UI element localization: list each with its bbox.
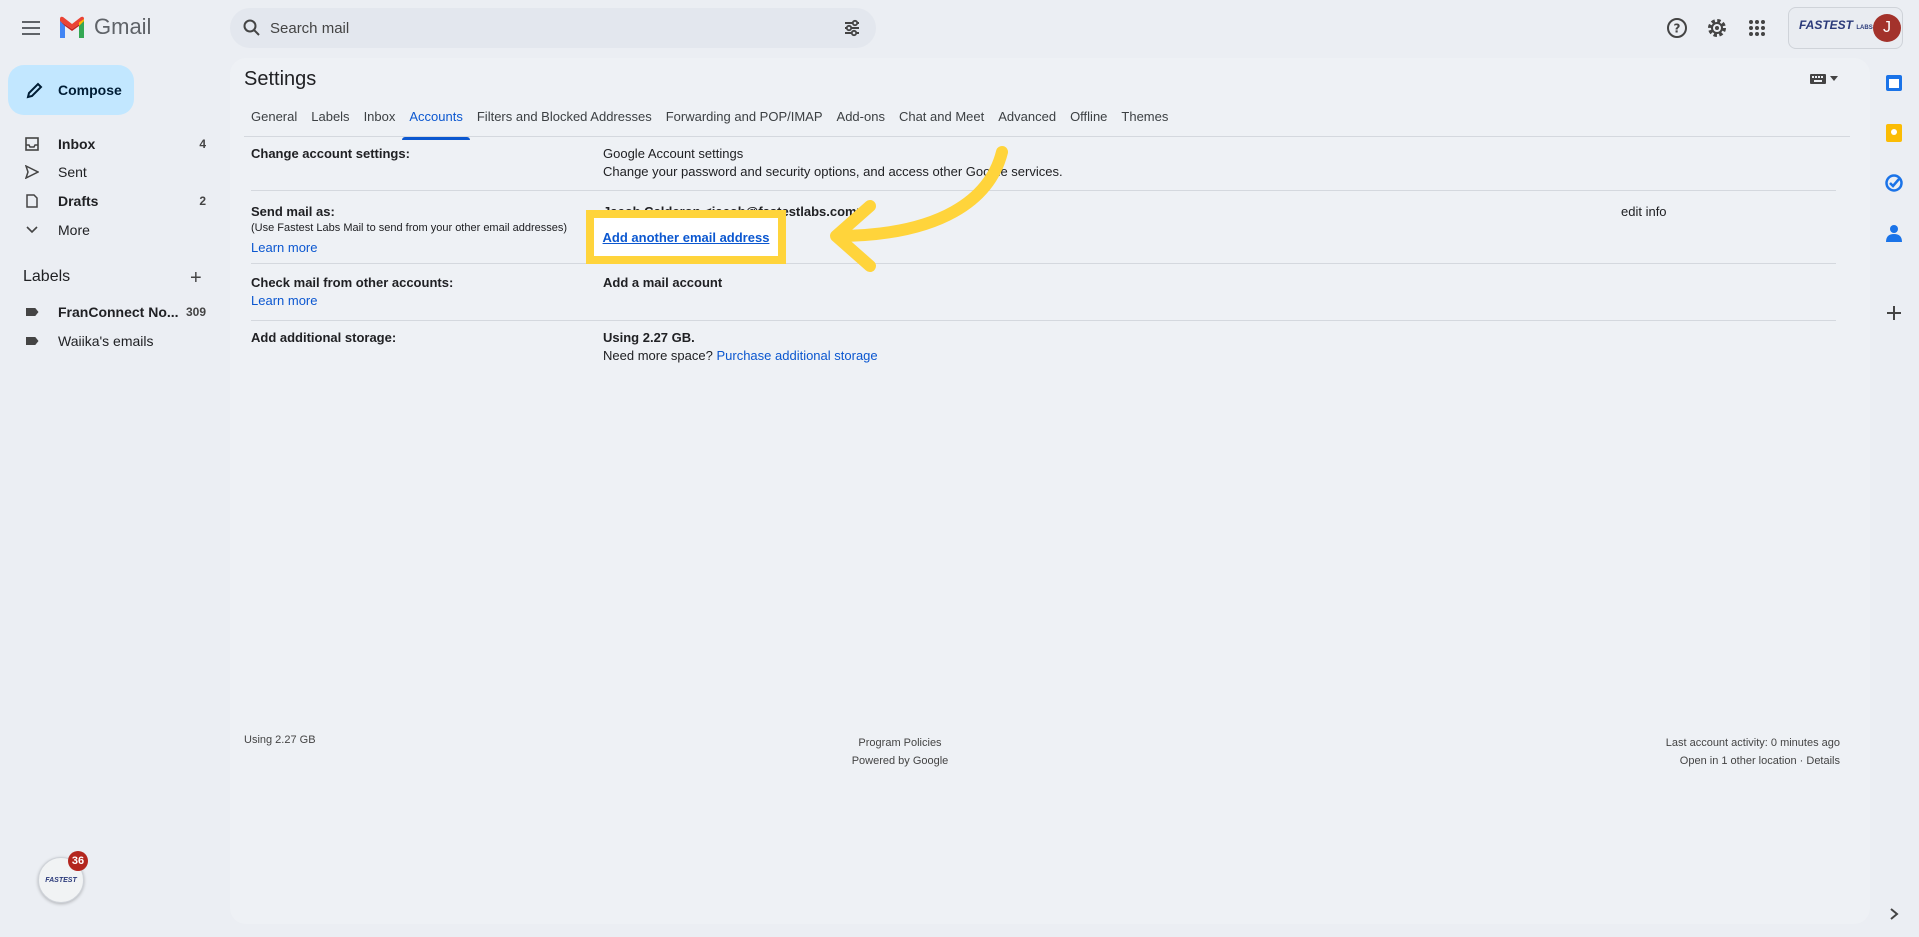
send-mail-learn-more-link[interactable]: Learn more	[251, 240, 317, 255]
purchase-storage-link[interactable]: Purchase additional storage	[716, 348, 877, 363]
sidebar-item-more[interactable]: More	[0, 216, 214, 244]
top-bar: Gmail ? FASTEST LABS J	[0, 0, 1919, 56]
sidebar-label-franconnect[interactable]: FranConnect No... 309	[0, 298, 214, 326]
apps-grid-icon[interactable]	[1745, 16, 1769, 40]
need-more-text: Need more space?	[603, 348, 713, 363]
search-input[interactable]	[270, 8, 810, 48]
change-account-row: Change account settings: Google Account …	[251, 146, 1836, 191]
sidebar-label-waiika[interactable]: Waiika's emails	[0, 327, 214, 355]
fastest-labs-logo: FASTEST LABS	[1799, 18, 1873, 32]
storage-heading: Add additional storage:	[251, 330, 397, 345]
send-mail-as-subtext: (Use Fastest Labs Mail to send from your…	[251, 222, 568, 234]
sidebar-item-label: Waiika's emails	[58, 333, 154, 349]
program-policies-link[interactable]: Program Policies	[810, 734, 990, 752]
storage-used: Using 2.27 GB.	[603, 330, 695, 345]
notification-badge: 36	[68, 851, 88, 871]
change-account-heading: Change account settings:	[251, 146, 410, 161]
inbox-icon	[24, 137, 40, 151]
gmail-logo-text: Gmail	[94, 14, 152, 39]
labels-heading: Labels	[23, 268, 71, 285]
contacts-icon[interactable]	[1884, 223, 1904, 243]
add-mail-account-link[interactable]: Add a mail account	[603, 275, 722, 290]
sidebar-item-label: Drafts	[58, 193, 99, 209]
search-options-icon[interactable]	[842, 18, 862, 38]
main-menu-button[interactable]	[16, 13, 46, 43]
sidebar-item-inbox[interactable]: Inbox 4	[0, 130, 214, 158]
drafts-count: 2	[199, 194, 206, 208]
compose-label: Compose	[58, 82, 122, 98]
footer-center: Program Policies Powered by Google	[810, 734, 990, 770]
gmail-logo[interactable]: Gmail	[58, 14, 151, 40]
input-tools-keyboard-icon[interactable]	[1810, 74, 1838, 84]
account-avatar[interactable]: J	[1873, 14, 1901, 42]
settings-gear-icon[interactable]	[1705, 16, 1729, 40]
storage-row: Add additional storage: Using 2.27 GB. N…	[251, 330, 1836, 380]
help-icon[interactable]: ?	[1665, 16, 1689, 40]
inbox-count: 4	[199, 137, 206, 151]
add-another-email-link[interactable]: Add another email address	[603, 230, 770, 245]
search-bar	[230, 8, 876, 48]
last-activity: Last account activity: 0 minutes ago	[1665, 737, 1840, 749]
sidebar-item-label: Sent	[58, 164, 87, 180]
other-location-details-link[interactable]: Open in 1 other location · Details	[1666, 752, 1840, 770]
footer-activity: Last account activity: 0 minutes ago Ope…	[1666, 734, 1840, 770]
sidebar-item-label: Inbox	[58, 136, 96, 152]
settings-panel: Settings General Labels Inbox Accounts F…	[230, 58, 1870, 924]
calendar-icon[interactable]	[1884, 73, 1904, 93]
tabs-divider	[244, 136, 1850, 137]
check-mail-heading: Check mail from other accounts:	[251, 275, 454, 290]
caret-down-icon	[1830, 76, 1838, 81]
label-tag-icon	[24, 337, 40, 345]
tasks-icon[interactable]	[1884, 173, 1904, 193]
show-side-panel-chevron-icon[interactable]	[1884, 904, 1904, 924]
sidebar-item-sent[interactable]: Sent	[0, 158, 214, 186]
sidebar-item-drafts[interactable]: Drafts 2	[0, 187, 214, 215]
send-mail-as-heading: Send mail as:	[251, 204, 335, 219]
send-icon	[24, 165, 40, 179]
keep-icon[interactable]	[1884, 123, 1904, 143]
storage-need-more: Need more space? Purchase additional sto…	[603, 348, 878, 363]
google-account-settings-link[interactable]: Google Account settings	[603, 146, 743, 161]
draft-file-icon	[24, 194, 40, 208]
pencil-icon	[26, 82, 43, 99]
page-title: Settings	[244, 68, 317, 90]
get-addons-plus-icon[interactable]	[1884, 303, 1904, 323]
svg-text:?: ?	[1674, 22, 1681, 36]
search-icon[interactable]	[242, 18, 262, 38]
add-label-plus-icon[interactable]: +	[190, 268, 202, 288]
bubble-logo: FASTEST	[45, 876, 77, 884]
highlight-inner: Add another email address	[594, 218, 778, 256]
send-mail-as-row: Send mail as: (Use Fastest Labs Mail to …	[251, 204, 1836, 264]
sidebar-item-label: More	[58, 222, 90, 238]
check-mail-learn-more-link[interactable]: Learn more	[251, 293, 317, 308]
label-tag-icon	[24, 308, 40, 316]
powered-by-google: Powered by Google	[851, 755, 949, 767]
label-count: 309	[185, 305, 206, 319]
sidebar-item-label: FranConnect No...	[58, 304, 179, 320]
callout-arrow-icon	[830, 146, 1008, 272]
footer-storage: Using 2.27 GB	[244, 734, 316, 746]
gmail-m-icon	[60, 16, 84, 38]
chevron-down-icon	[24, 226, 40, 234]
check-mail-row: Check mail from other accounts: Learn mo…	[251, 275, 1836, 321]
highlight-box: Add another email address	[586, 210, 786, 264]
compose-button[interactable]: Compose	[8, 65, 134, 115]
edit-info-link[interactable]: edit info	[1621, 204, 1667, 219]
